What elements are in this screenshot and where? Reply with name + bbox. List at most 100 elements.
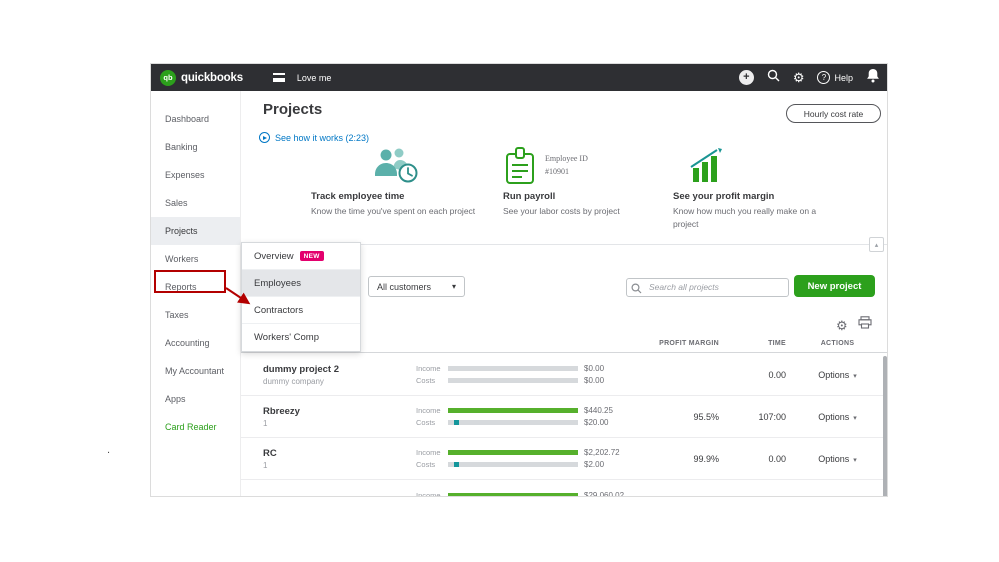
income-label: Income (416, 406, 441, 415)
sidebar-item-projects[interactable]: Projects (151, 217, 240, 245)
vertical-scrollbar[interactable] (883, 356, 887, 496)
options-dropdown[interactable]: Options▾ (786, 411, 887, 422)
feature-title: Run payroll (503, 191, 556, 202)
time-value: 0.00 (768, 453, 786, 464)
project-name-link[interactable]: Rbreezy (263, 406, 416, 417)
project-subtitle: 1 (263, 460, 268, 470)
income-cost-bars: Income $29,060.02 Costs (416, 490, 651, 497)
income-label: Income (416, 364, 441, 373)
menu-item-label: Employees (254, 277, 301, 289)
feature-description: Know the time you've spent on each proje… (311, 206, 476, 216)
costs-bar (448, 378, 578, 383)
page-title: Projects (263, 101, 323, 118)
new-project-button[interactable]: New project (794, 275, 875, 297)
menu-item-contractors[interactable]: Contractors (242, 297, 360, 324)
notifications-bell-icon[interactable] (866, 68, 880, 88)
sidebar-item-expenses[interactable]: Expenses (151, 161, 240, 189)
income-value: $440.25 (584, 406, 613, 415)
project-name-link[interactable]: RC (263, 448, 416, 459)
column-time[interactable]: TIME (719, 340, 786, 347)
qb-logo-icon: qb (160, 69, 176, 86)
hamburger-menu-icon[interactable] (272, 73, 285, 82)
time-value: 107:00 (758, 411, 786, 422)
sidebar-item-banking[interactable]: Banking (151, 133, 240, 161)
income-bar (448, 366, 578, 371)
chevron-down-icon: ▾ (853, 456, 857, 464)
sidebar-item-my-accountant[interactable]: My Accountant (151, 357, 240, 385)
costs-value: $0.00 (584, 376, 605, 385)
options-dropdown[interactable]: Options▾ (786, 369, 887, 380)
feature-run-payroll: Employee ID #10901 Run payroll See your … (503, 143, 665, 218)
sidebar-item-accounting[interactable]: Accounting (151, 329, 240, 357)
column-actions: ACTIONS (820, 340, 855, 347)
table-row: Rbreezy 1 Income $440.25 Costs $20.00 95… (241, 396, 887, 438)
costs-label: Costs (416, 418, 436, 427)
costs-bar (448, 420, 578, 425)
employee-time-icon (375, 148, 418, 183)
help-button[interactable]: ? Help (817, 71, 853, 84)
income-bar (448, 450, 578, 455)
profit-margin-value: 99.9% (693, 453, 719, 464)
see-how-label: See how it works (2:23) (275, 132, 370, 143)
options-dropdown[interactable]: Options▾ (786, 496, 888, 497)
workers-dropdown-menu: Overview NEW Employees Contractors Worke… (241, 242, 361, 352)
sidebar-item-reports[interactable]: Reports (151, 273, 240, 301)
quick-create-icon[interactable]: + (738, 70, 754, 85)
customer-filter-select[interactable]: All customers ▾ (368, 276, 465, 297)
hourly-cost-rate-button[interactable]: Hourly cost rate (786, 104, 881, 123)
profit-chart-icon (690, 148, 722, 182)
stray-dot-artifact: . (107, 444, 111, 456)
options-label: Options (818, 411, 850, 422)
feature-description: Know how much you really make on a proje… (673, 206, 817, 229)
quickbooks-app-window: qb quickbooks Love me + ⚙ ? Help Dashboa… (150, 63, 888, 497)
project-name-link[interactable]: RC Project 100 (263, 495, 416, 497)
options-label: Options (818, 369, 850, 380)
sidebar-item-taxes[interactable]: Taxes (151, 301, 240, 329)
employee-badge-icon (506, 147, 534, 184)
see-how-it-works-link[interactable]: See how it works (2:23) (259, 132, 369, 143)
sidebar-item-sales[interactable]: Sales (151, 189, 240, 217)
income-cost-bars: Income $440.25 Costs $20.00 (416, 406, 651, 427)
options-dropdown[interactable]: Options▾ (786, 454, 887, 464)
company-name: Love me (296, 72, 332, 83)
collapse-panel-button[interactable]: ▴ (869, 237, 884, 252)
feature-description: See your labor costs by project (503, 206, 620, 216)
income-label: Income (416, 490, 441, 497)
gear-icon[interactable]: ⚙ (793, 71, 805, 84)
sidebar-item-dashboard[interactable]: Dashboard (151, 105, 240, 133)
customer-filter-value: All customers (377, 281, 432, 292)
income-value: $29,060.02 (584, 490, 625, 497)
costs-bar (448, 462, 578, 467)
play-icon (259, 132, 270, 143)
costs-label: Costs (416, 460, 436, 469)
list-tools: ⚙ (836, 316, 872, 334)
topbar: qb quickbooks Love me + ⚙ ? Help (151, 64, 887, 91)
column-profit-margin[interactable]: PROFIT MARGIN (651, 340, 719, 347)
chevron-down-icon: ▾ (451, 282, 456, 291)
new-badge: NEW (299, 251, 324, 261)
time-value: 0.00 (768, 369, 786, 380)
menu-item-workers-comp[interactable]: Workers' Comp (242, 324, 360, 351)
costs-marker (454, 420, 459, 425)
menu-item-overview[interactable]: Overview NEW (242, 243, 360, 270)
chevron-down-icon: ▾ (853, 372, 857, 380)
search-input[interactable] (626, 277, 789, 297)
menu-item-label: Contractors (254, 304, 304, 316)
quickbooks-logo[interactable]: qb quickbooks (151, 69, 243, 86)
sidebar-item-card-reader[interactable]: Card Reader (151, 413, 240, 441)
project-subtitle: 1 (263, 418, 268, 428)
sidebar-nav: Dashboard Banking Expenses Sales Project… (151, 91, 241, 496)
sidebar-item-apps[interactable]: Apps (151, 385, 240, 413)
topbar-actions: + ⚙ ? Help (738, 64, 880, 91)
income-cost-bars: Income $2,202.72 Costs $2.00 (416, 448, 651, 469)
project-subtitle: dummy company (263, 376, 324, 386)
print-icon[interactable] (858, 316, 872, 334)
list-settings-gear-icon[interactable]: ⚙ (836, 319, 848, 332)
search-icon[interactable] (767, 69, 780, 87)
income-cost-bars: Income $0.00 Costs $0.00 (416, 364, 651, 385)
menu-item-employees[interactable]: Employees (242, 270, 360, 297)
project-name-link[interactable]: dummy project 2 (263, 364, 416, 375)
feature-title: See your profit margin (673, 191, 775, 202)
income-bar (448, 408, 578, 413)
sidebar-item-workers[interactable]: Workers (151, 245, 240, 273)
